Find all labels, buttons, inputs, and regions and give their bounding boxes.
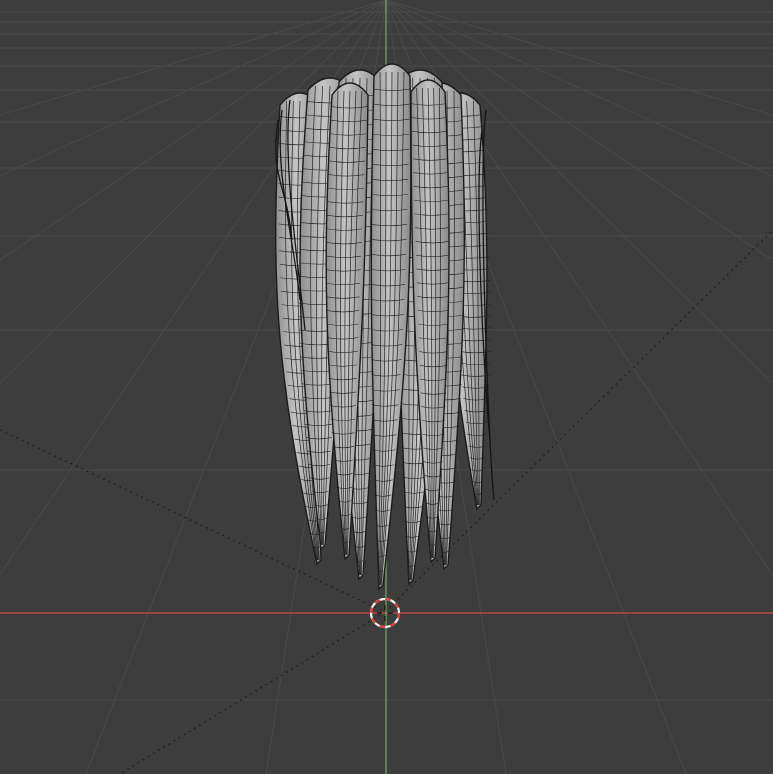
3d-viewport[interactable] [0,0,773,774]
hair-mesh[interactable] [275,63,495,591]
